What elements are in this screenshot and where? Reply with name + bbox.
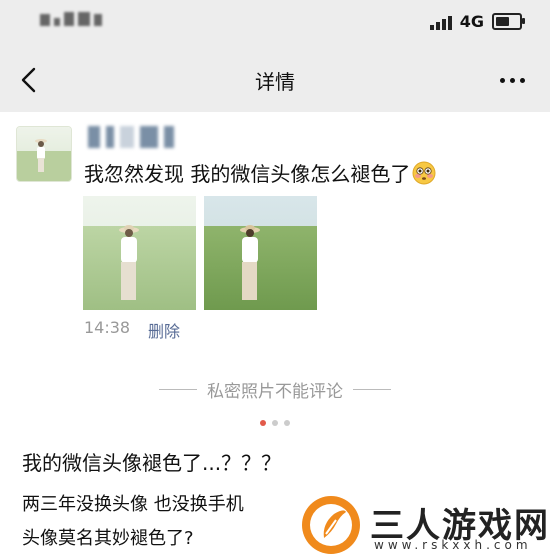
page-dot [272, 420, 278, 426]
post-photo-faded[interactable] [83, 196, 196, 310]
article-line-1: 两三年没换头像 也没换手机 [22, 494, 244, 515]
status-bar: 4G [0, 0, 550, 48]
username-blurred [88, 126, 174, 148]
flushed-emoji-icon [412, 161, 436, 185]
watermark-logo [300, 494, 362, 556]
signal-icon [429, 14, 452, 30]
more-button[interactable] [496, 70, 528, 90]
avatar[interactable] [16, 126, 72, 182]
more-dots-icon [499, 77, 525, 83]
delete-link[interactable]: 删除 [148, 318, 180, 342]
divider-line-left [159, 388, 197, 390]
page-dot [284, 420, 290, 426]
divider-line-right [353, 388, 391, 390]
post-text-content: 我忽然发现 我的微信头像怎么褪色了 [84, 162, 411, 186]
network-type: 4G [459, 12, 484, 31]
post-photo-original[interactable] [204, 196, 317, 310]
post-time: 14:38 [84, 318, 131, 337]
article-headline: 我的微信头像褪色了...？？？ [22, 451, 282, 475]
private-notice: 私密照片不能评论 [0, 378, 550, 402]
carrier-blurred [40, 12, 102, 26]
post-text: 我忽然发现 我的微信头像怎么褪色了 [84, 158, 436, 187]
private-notice-text: 私密照片不能评论 [207, 381, 343, 402]
battery-fill [496, 17, 509, 26]
battery-icon [492, 13, 525, 30]
article-line-2: 头像莫名其妙褪色了? [22, 528, 194, 549]
page-title: 详情 [255, 70, 295, 94]
status-right: 4G [429, 12, 525, 31]
watermark-url: www.rskxxh.com [374, 538, 532, 552]
page-dot [260, 420, 266, 426]
nav-bar: 详情 [0, 48, 550, 112]
page-indicator [0, 420, 550, 426]
